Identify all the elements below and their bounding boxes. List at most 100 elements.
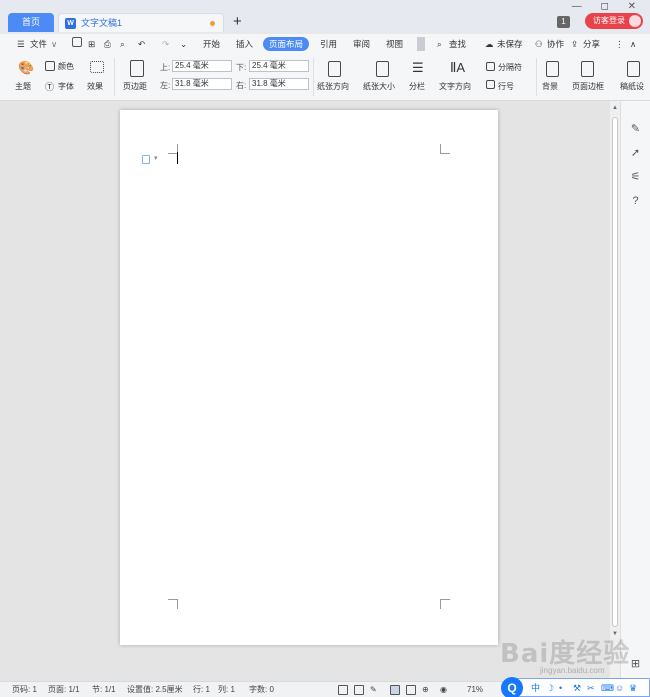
print-preview-icon[interactable]: ⌕ xyxy=(120,37,125,51)
new-tab-button[interactable]: + xyxy=(233,12,242,32)
cloud-icon[interactable]: ☁ xyxy=(485,37,494,51)
menu-tab-view[interactable]: 视图 xyxy=(386,37,403,51)
background-button[interactable]: 背景 xyxy=(542,81,558,92)
page-view-icon[interactable] xyxy=(390,685,400,695)
orientation-icon[interactable] xyxy=(328,61,341,77)
scroll-up-icon[interactable]: ▲ xyxy=(612,105,618,111)
status-pages[interactable]: 页面: 1/1 xyxy=(48,684,80,696)
margin-left-input[interactable]: 31.8 毫米 xyxy=(172,78,232,90)
window-counter-badge[interactable]: 1 xyxy=(557,16,570,28)
pen-icon[interactable]: ✎ xyxy=(629,123,642,136)
breaks-icon[interactable] xyxy=(486,62,495,71)
orientation-button[interactable]: 纸张方向 xyxy=(317,81,349,92)
ime-tool-icon[interactable]: ✂ xyxy=(587,682,595,694)
menu-tab-insert[interactable]: 插入 xyxy=(236,37,253,51)
line-numbers-button[interactable]: 行号 xyxy=(498,81,514,92)
ime-punctuation-icon[interactable]: • xyxy=(559,682,562,694)
theme-button[interactable]: 主题 xyxy=(15,81,31,92)
eye-protection-icon[interactable]: ◉ xyxy=(440,684,447,696)
web-view-icon[interactable]: ⊕ xyxy=(422,684,429,696)
status-page-number[interactable]: 页码: 1 xyxy=(12,684,37,696)
save-icon[interactable] xyxy=(72,37,82,47)
margins-icon[interactable] xyxy=(130,60,144,77)
paper-size-icon[interactable] xyxy=(376,61,389,77)
status-word-count[interactable]: 字数: 0 xyxy=(249,684,274,696)
manuscript-icon[interactable] xyxy=(627,61,640,77)
guest-login-button[interactable]: 访客登录 xyxy=(585,13,643,29)
apps-grid-icon[interactable]: ⊞ xyxy=(629,658,642,671)
help-icon[interactable]: ? xyxy=(629,195,642,208)
format-painter-icon[interactable]: ⊞ xyxy=(88,37,95,51)
collaborate-icon[interactable]: ⚇ xyxy=(535,37,543,51)
more-options-icon[interactable]: ⋮ xyxy=(615,37,624,51)
effects-button[interactable]: 效果 xyxy=(87,81,103,92)
status-section[interactable]: 节: 1/1 xyxy=(92,684,116,696)
ime-wrench-icon[interactable]: ⚒ xyxy=(573,682,581,694)
share-button[interactable]: 分享 xyxy=(583,37,600,51)
write-view-icon[interactable]: ✎ xyxy=(370,684,377,696)
menu-tab-page-layout[interactable]: 页面布局 xyxy=(263,37,310,51)
ime-moon-icon[interactable]: ☽ xyxy=(546,682,554,694)
ime-emoji-icon[interactable]: ☺ xyxy=(615,682,624,694)
color-button[interactable]: 颜色 xyxy=(58,61,74,72)
margins-button[interactable]: 页边距 xyxy=(123,81,147,92)
margin-right-input[interactable]: 31.8 毫米 xyxy=(249,78,309,90)
paragraph-caret-icon[interactable]: ▾ xyxy=(154,154,158,162)
reading-view-icon[interactable] xyxy=(354,685,364,695)
fullscreen-view-icon[interactable] xyxy=(338,685,348,695)
ime-toolbar[interactable]: Q 中 ☽ • ⚒ ✂ ⌨ ☺ ♛ xyxy=(501,677,650,697)
hamburger-icon[interactable]: ☰ xyxy=(17,37,25,51)
color-icon[interactable] xyxy=(45,61,55,71)
ime-logo-icon[interactable]: Q xyxy=(501,677,523,697)
columns-icon[interactable]: ☰ xyxy=(412,60,424,76)
page-border-icon[interactable] xyxy=(581,61,594,77)
menu-search[interactable]: 查找 xyxy=(449,37,466,51)
redo-icon[interactable]: ↷ xyxy=(162,37,169,51)
vertical-scrollbar[interactable]: ▲ ▼ xyxy=(610,101,620,681)
scrollbar-thumb[interactable] xyxy=(612,117,618,627)
menu-file[interactable]: 文件 xyxy=(30,37,47,51)
font-icon[interactable]: Ⓣ xyxy=(45,80,54,93)
window-controls[interactable]: — ◻ ✕ xyxy=(572,1,644,12)
tab-document[interactable]: W 文字文稿1 xyxy=(58,13,224,32)
text-direction-icon[interactable]: ⅡA xyxy=(450,60,465,76)
chevron-down-icon[interactable]: ∨ xyxy=(51,37,57,51)
font-button[interactable]: 字体 xyxy=(58,81,74,92)
effects-icon[interactable] xyxy=(90,61,104,73)
menu-tab-review[interactable]: 审阅 xyxy=(353,37,370,51)
search-icon[interactable]: ⌕ xyxy=(437,37,442,51)
print-icon[interactable]: ⎙ xyxy=(104,37,111,51)
menu-tab-start[interactable]: 开始 xyxy=(203,37,220,51)
manuscript-button[interactable]: 稿纸设 xyxy=(620,81,644,92)
paper-size-button[interactable]: 纸张大小 xyxy=(363,81,395,92)
margin-bottom-input[interactable]: 25.4 毫米 xyxy=(249,60,309,72)
breaks-button[interactable]: 分隔符 xyxy=(498,62,522,73)
page-border-button[interactable]: 页面边框 xyxy=(572,81,604,92)
outline-view-icon[interactable] xyxy=(406,685,416,695)
collaborate-button[interactable]: 协作 xyxy=(547,37,564,51)
unsaved-status[interactable]: 未保存 xyxy=(497,37,523,51)
menu-tab-references[interactable]: 引用 xyxy=(320,37,337,51)
background-icon[interactable] xyxy=(546,61,559,77)
ime-language[interactable]: 中 xyxy=(531,682,540,694)
line-numbers-icon[interactable] xyxy=(486,80,495,89)
status-column[interactable]: 列: 1 xyxy=(218,684,235,696)
quick-access-dropdown-icon[interactable]: ⌄ xyxy=(180,37,187,51)
settings-sliders-icon[interactable]: ⚟ xyxy=(629,171,642,184)
select-pointer-icon[interactable]: ➚ xyxy=(629,147,642,160)
columns-button[interactable]: 分栏 xyxy=(409,81,425,92)
tab-home[interactable]: 首页 xyxy=(8,13,54,32)
margin-top-input[interactable]: 25.4 毫米 xyxy=(172,60,232,72)
zoom-level[interactable]: 71% xyxy=(467,684,483,696)
palette-icon[interactable]: 🎨 xyxy=(18,60,34,76)
undo-icon[interactable]: ↶ xyxy=(138,37,145,51)
document-page[interactable]: ▾ xyxy=(120,110,498,645)
ime-keyboard-icon[interactable]: ⌨ xyxy=(601,682,614,694)
status-setting-value[interactable]: 设置值: 2.5厘米 xyxy=(127,684,183,696)
paragraph-handle-icon[interactable] xyxy=(142,155,150,164)
ime-skin-icon[interactable]: ♛ xyxy=(629,682,637,694)
text-direction-button[interactable]: 文字方向 xyxy=(439,81,471,92)
more-tabs-handle[interactable] xyxy=(417,37,425,51)
collapse-ribbon-icon[interactable]: ∧ xyxy=(630,37,636,51)
share-icon[interactable]: ⇪ xyxy=(571,37,578,51)
